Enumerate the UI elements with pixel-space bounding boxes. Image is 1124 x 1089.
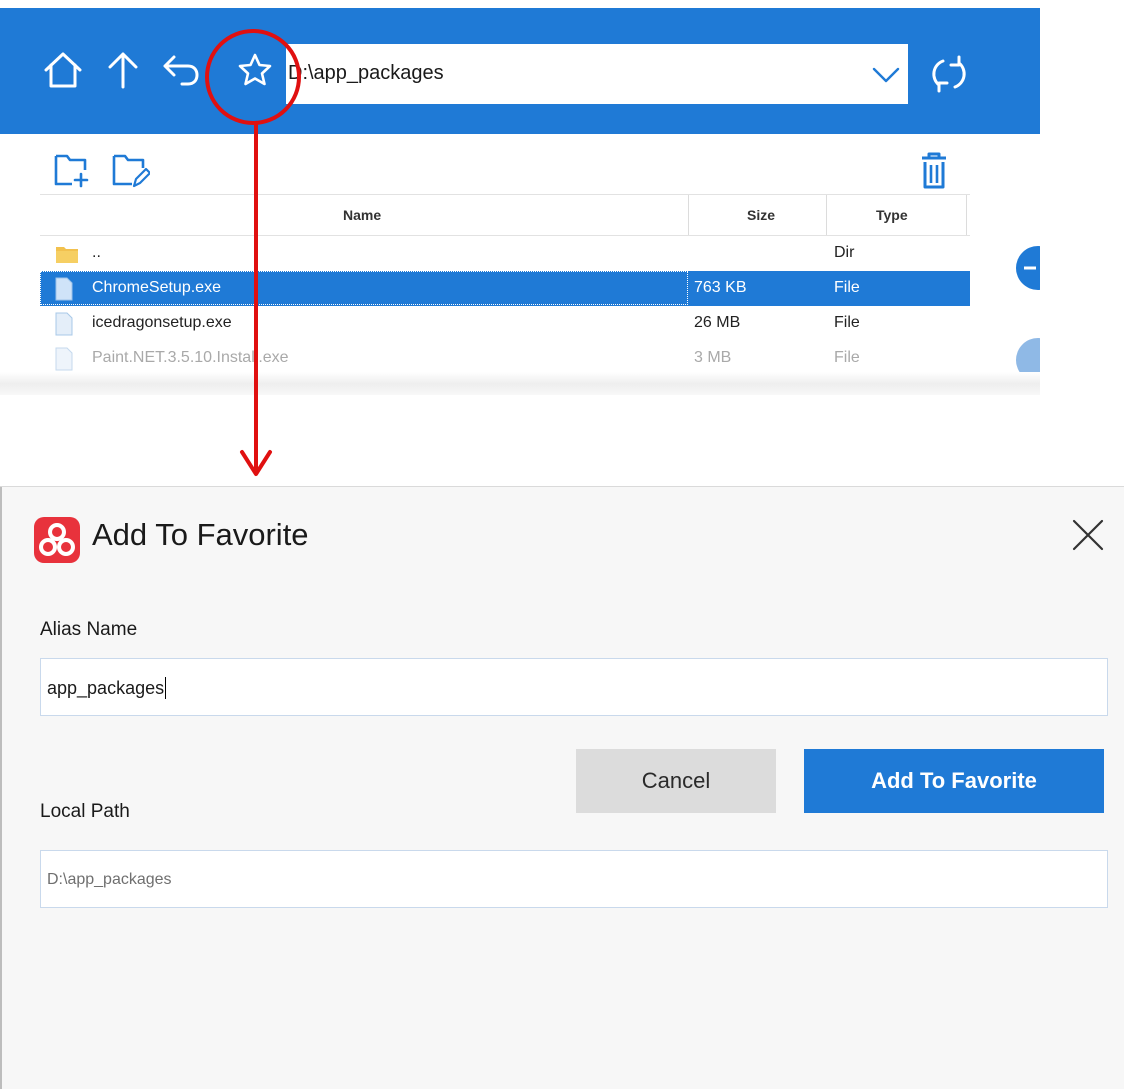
local-path-value: D:\app_packages	[47, 871, 172, 888]
file-actions-bar	[0, 134, 1040, 194]
add-to-favorite-button[interactable]: Add To Favorite	[804, 749, 1104, 813]
table-header: Name Size Type	[40, 194, 970, 236]
torn-edge	[0, 372, 1040, 395]
chevron-down-icon[interactable]	[870, 58, 902, 90]
file-name: ..	[92, 244, 101, 261]
local-path-label: Local Path	[40, 801, 130, 822]
home-button[interactable]	[36, 38, 90, 102]
app-logo-icon	[34, 517, 80, 563]
column-header-name[interactable]: Name	[343, 207, 381, 223]
file-type: File	[834, 279, 860, 296]
toolbar: D:\app_packages	[0, 8, 1040, 134]
column-header-size[interactable]: Size	[747, 207, 775, 223]
top-strip	[0, 0, 1040, 8]
file-name: icedragonsetup.exe	[92, 314, 232, 331]
file-type: Dir	[834, 244, 855, 261]
back-button[interactable]	[154, 38, 208, 102]
column-divider[interactable]	[826, 195, 827, 235]
new-folder-icon[interactable]	[52, 150, 92, 190]
up-button[interactable]	[96, 38, 150, 102]
column-divider	[966, 195, 967, 235]
file-icon	[55, 312, 73, 336]
local-path-field: D:\app_packages	[40, 850, 1108, 908]
up-arrow-icon	[108, 52, 138, 89]
star-icon	[238, 53, 272, 86]
pointer-arrow-head	[240, 450, 272, 476]
text-caret	[165, 677, 167, 699]
column-divider[interactable]	[688, 195, 689, 235]
file-manager-window: D:\app_packages Name Size Type .. Dir Ch…	[0, 0, 1040, 395]
trash-icon[interactable]	[914, 150, 954, 190]
table-row[interactable]: .. Dir	[40, 236, 970, 271]
refresh-icon	[932, 55, 966, 93]
folder-icon	[56, 247, 78, 263]
file-type: File	[834, 349, 860, 366]
file-icon	[55, 347, 73, 371]
path-combobox[interactable]: D:\app_packages	[286, 44, 908, 104]
add-favorite-button[interactable]	[228, 38, 282, 102]
file-size: 26 MB	[694, 314, 741, 331]
back-icon	[163, 55, 199, 86]
path-text: D:\app_packages	[288, 62, 444, 84]
file-name: Paint.NET.3.5.10.Install.exe	[92, 349, 289, 366]
table-row[interactable]: Paint.NET.3.5.10.Install.exe 3 MB File	[40, 341, 970, 376]
alias-name-value: app_packages	[47, 677, 167, 699]
refresh-button[interactable]	[922, 44, 976, 104]
collapse-panel-button[interactable]	[1016, 246, 1040, 290]
table-row[interactable]: ChromeSetup.exe 763 KB File	[40, 271, 970, 306]
add-to-favorite-dialog: Add To Favorite Alias Name app_packages …	[0, 486, 1124, 1089]
file-name: ChromeSetup.exe	[92, 279, 221, 296]
rename-icon[interactable]	[110, 150, 150, 190]
table-row[interactable]: icedragonsetup.exe 26 MB File	[40, 306, 970, 341]
cancel-button[interactable]: Cancel	[576, 749, 776, 813]
home-icon	[44, 52, 82, 88]
minus-icon	[1024, 266, 1036, 270]
dialog-title: Add To Favorite	[92, 517, 309, 552]
alias-name-input[interactable]: app_packages	[40, 658, 1108, 716]
file-table: Name Size Type .. Dir ChromeSetup.exe 76…	[40, 194, 970, 376]
alias-name-text: app_packages	[47, 678, 165, 698]
file-size: 3 MB	[694, 349, 732, 366]
file-size: 763 KB	[694, 279, 747, 296]
column-header-type[interactable]: Type	[876, 207, 908, 223]
file-type: File	[834, 314, 860, 331]
file-icon	[55, 277, 73, 301]
alias-name-label: Alias Name	[40, 619, 138, 640]
dialog-left-border	[0, 487, 2, 1089]
close-icon[interactable]	[1070, 517, 1106, 553]
